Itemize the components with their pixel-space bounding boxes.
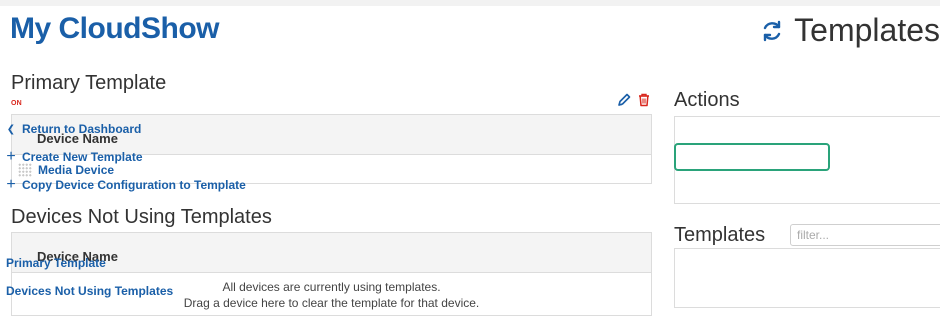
- template-tools: [616, 92, 652, 108]
- refresh-icon[interactable]: [760, 19, 784, 43]
- action-label: Copy Device Configuration to Template: [22, 178, 246, 192]
- highlight-outline: [674, 143, 830, 171]
- template-item-primary[interactable]: Primary Template: [6, 256, 106, 270]
- delete-icon[interactable]: [636, 92, 652, 108]
- return-to-dashboard-link[interactable]: ❮ Return to Dashboard: [6, 122, 142, 136]
- not-using-title: Devices Not Using Templates: [11, 206, 272, 228]
- page-header: Templates: [760, 12, 940, 49]
- page-title: Templates: [794, 12, 940, 48]
- chevron-left-icon: ❮: [6, 123, 16, 135]
- not-using-table: Device Name All devices are currently us…: [11, 232, 652, 316]
- device-link[interactable]: Media Device: [38, 163, 114, 177]
- app-title: My CloudShow: [10, 12, 219, 45]
- action-label: Return to Dashboard: [22, 122, 142, 136]
- plus-icon: +: [6, 148, 16, 165]
- plus-icon: +: [6, 176, 16, 193]
- templates-list: [674, 248, 940, 308]
- filter-input[interactable]: [790, 224, 940, 246]
- action-label: Create New Template: [22, 150, 143, 164]
- on-badge: ON: [11, 100, 22, 107]
- templates-title: Templates: [674, 224, 766, 246]
- primary-template-title: Primary Template: [11, 72, 167, 94]
- create-new-template-link[interactable]: + Create New Template: [6, 148, 143, 165]
- actions-title: Actions: [674, 89, 740, 111]
- drag-handle-icon[interactable]: [18, 163, 32, 177]
- top-strip: [0, 0, 940, 6]
- edit-icon[interactable]: [616, 92, 632, 108]
- template-item-not-using[interactable]: Devices Not Using Templates: [6, 284, 173, 298]
- column-header-device-name: Device Name: [12, 233, 651, 273]
- copy-device-config-link[interactable]: + Copy Device Configuration to Template: [6, 176, 246, 193]
